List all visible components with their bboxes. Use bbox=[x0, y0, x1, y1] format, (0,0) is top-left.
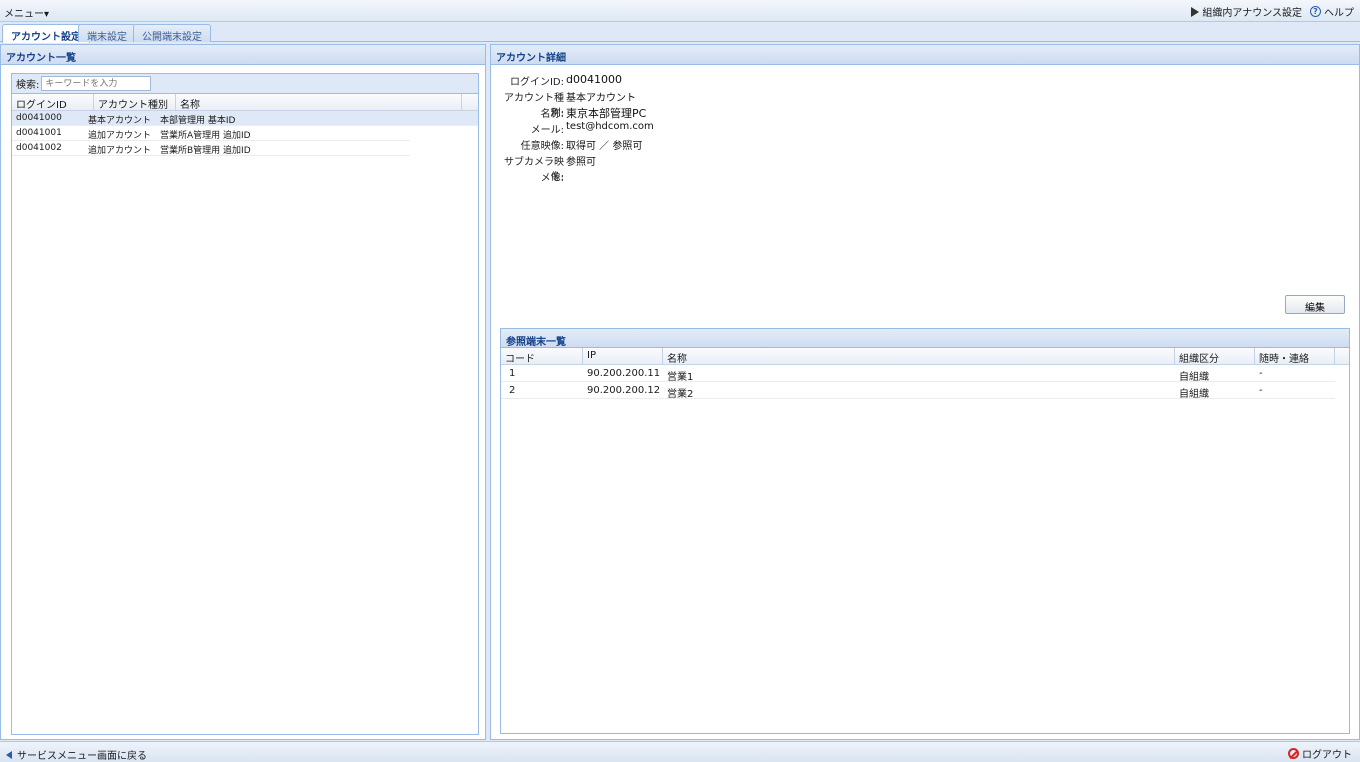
search-row: 検索: bbox=[12, 74, 478, 94]
detail-label: アカウント種別: bbox=[504, 93, 564, 119]
detail-value: d0041000 bbox=[566, 73, 622, 86]
terminal-list-grid: 参照端末一覧 コード IP 名称 組織区分 随時・連絡 1 90.200.200… bbox=[500, 328, 1350, 734]
tab-terminal-settings[interactable]: 端末設定 bbox=[78, 24, 136, 43]
account-grid: 検索: ログインID アカウント種別 名称 d0041000 基本アカウント 本… bbox=[11, 73, 479, 735]
logout-link[interactable]: ログアウト bbox=[1288, 746, 1352, 761]
column-header-terminal-name[interactable]: 名称 bbox=[663, 348, 1175, 365]
cell-name: 営業所B管理用 追加ID bbox=[160, 146, 251, 155]
tab-bar: アカウント設定 端末設定 公開端末設定 bbox=[0, 22, 1360, 43]
cell-ip: 90.200.200.11 bbox=[587, 368, 661, 379]
detail-label: メール: bbox=[530, 125, 564, 136]
detail-value: 基本アカウント bbox=[566, 93, 636, 104]
cell-login-id: d0041002 bbox=[16, 143, 62, 153]
edit-button[interactable]: 編集 bbox=[1285, 295, 1345, 314]
account-detail-panel: アカウント詳細 ログインID: d0041000 アカウント種別: 基本アカウン… bbox=[490, 44, 1360, 740]
cell-contact: - bbox=[1259, 368, 1263, 379]
column-header-login-id[interactable]: ログインID bbox=[12, 94, 94, 111]
menu-dropdown-button[interactable]: メニュー▾ bbox=[4, 5, 49, 20]
detail-label: 名称: bbox=[540, 109, 564, 120]
detail-row-subcamera: サブカメラ映像: 参照可 bbox=[491, 153, 1359, 183]
help-link[interactable]: ? ヘルプ bbox=[1310, 4, 1354, 19]
account-row[interactable]: d0041000 基本アカウント 本部管理用 基本ID bbox=[12, 111, 478, 126]
terminal-grid-header: コード IP 名称 組織区分 随時・連絡 bbox=[501, 348, 1349, 365]
account-row[interactable]: d0041002 追加アカウント 営業所B管理用 追加ID bbox=[12, 141, 410, 156]
cell-terminal-name: 営業1 bbox=[667, 372, 694, 381]
account-detail-title: アカウント詳細 bbox=[491, 45, 1359, 65]
announce-settings-link[interactable]: 組織内アナウンス設定 bbox=[1191, 4, 1302, 19]
top-menu-bar: メニュー▾ 組織内アナウンス設定 ? ヘルプ bbox=[0, 0, 1360, 22]
column-header-contact[interactable]: 随時・連絡 bbox=[1255, 348, 1335, 365]
announce-settings-label: 組織内アナウンス設定 bbox=[1202, 8, 1302, 19]
cell-login-id: d0041001 bbox=[16, 128, 62, 138]
cell-code: 1 bbox=[509, 368, 516, 379]
cell-name: 本部管理用 基本ID bbox=[160, 116, 236, 125]
cell-ip: 90.200.200.12 bbox=[587, 385, 661, 396]
cell-login-id: d0041000 bbox=[16, 113, 62, 123]
detail-row-memo: メモ: bbox=[491, 169, 1359, 185]
detail-value: test@hdcom.com bbox=[566, 121, 654, 132]
cell-account-type: 追加アカウント bbox=[88, 131, 152, 140]
account-grid-header: ログインID アカウント種別 名称 bbox=[12, 94, 478, 111]
detail-label: ログインID: bbox=[509, 77, 564, 88]
top-right-links: 組織内アナウンス設定 ? ヘルプ bbox=[1191, 4, 1354, 19]
terminal-list-title: 参照端末一覧 bbox=[501, 329, 1349, 348]
detail-value: 東京本部管理PC bbox=[566, 107, 647, 120]
account-list-panel: アカウント一覧 検索: ログインID アカウント種別 名称 d0041000 基… bbox=[0, 44, 486, 740]
cell-contact: - bbox=[1259, 385, 1263, 396]
play-arrow-icon bbox=[1191, 6, 1200, 17]
tab-account-settings[interactable]: アカウント設定 bbox=[2, 24, 90, 43]
cell-code: 2 bbox=[509, 385, 516, 396]
cell-org: 自組織 bbox=[1179, 372, 1209, 381]
logout-icon bbox=[1288, 748, 1299, 759]
column-header-name[interactable]: 名称 bbox=[176, 94, 462, 111]
cell-org: 自組織 bbox=[1179, 389, 1209, 398]
back-arrow-icon bbox=[6, 750, 12, 759]
search-label: 検索: bbox=[16, 80, 40, 91]
detail-label: 任意映像: bbox=[520, 141, 564, 152]
account-detail-fields: ログインID: d0041000 アカウント種別: 基本アカウント 名称: 東京… bbox=[491, 73, 1359, 185]
column-header-code[interactable]: コード bbox=[501, 348, 583, 365]
back-label: サービスメニュー画面に戻る bbox=[17, 751, 147, 762]
tab-public-terminal-settings[interactable]: 公開端末設定 bbox=[133, 24, 211, 43]
cell-account-type: 基本アカウント bbox=[88, 116, 152, 125]
detail-value: 参照可 bbox=[566, 157, 596, 168]
detail-row-account-type: アカウント種別: 基本アカウント bbox=[491, 89, 1359, 119]
cell-name: 営業所A管理用 追加ID bbox=[160, 131, 251, 140]
terminal-row[interactable]: 1 90.200.200.11 営業1 自組織 - bbox=[501, 365, 1335, 382]
detail-label: メモ: bbox=[540, 173, 564, 184]
column-header-ip[interactable]: IP bbox=[583, 348, 663, 364]
cell-account-type: 追加アカウント bbox=[88, 146, 152, 155]
back-to-service-menu-link[interactable]: サービスメニュー画面に戻る bbox=[6, 747, 147, 762]
detail-row-name: 名称: 東京本部管理PC bbox=[491, 105, 1359, 121]
account-row[interactable]: d0041001 追加アカウント 営業所A管理用 追加ID bbox=[12, 126, 410, 141]
detail-value: 取得可 ／ 参照可 bbox=[566, 141, 643, 152]
column-header-account-type[interactable]: アカウント種別 bbox=[94, 94, 176, 111]
account-list-title: アカウント一覧 bbox=[1, 45, 485, 65]
terminal-row[interactable]: 2 90.200.200.12 営業2 自組織 - bbox=[501, 382, 1335, 399]
help-label: ヘルプ bbox=[1324, 8, 1354, 19]
column-header-org[interactable]: 組織区分 bbox=[1175, 348, 1255, 365]
logout-label: ログアウト bbox=[1302, 750, 1352, 761]
cell-terminal-name: 営業2 bbox=[667, 389, 694, 398]
detail-row-login-id: ログインID: d0041000 bbox=[491, 73, 1359, 89]
detail-label: サブカメラ映像: bbox=[504, 157, 564, 183]
detail-row-video: 任意映像: 取得可 ／ 参照可 bbox=[491, 137, 1359, 153]
detail-row-mail: メール: test@hdcom.com bbox=[491, 121, 1359, 137]
search-input[interactable] bbox=[41, 76, 152, 91]
bottom-bar: サービスメニュー画面に戻る ログアウト bbox=[0, 741, 1360, 762]
help-icon: ? bbox=[1310, 6, 1321, 17]
